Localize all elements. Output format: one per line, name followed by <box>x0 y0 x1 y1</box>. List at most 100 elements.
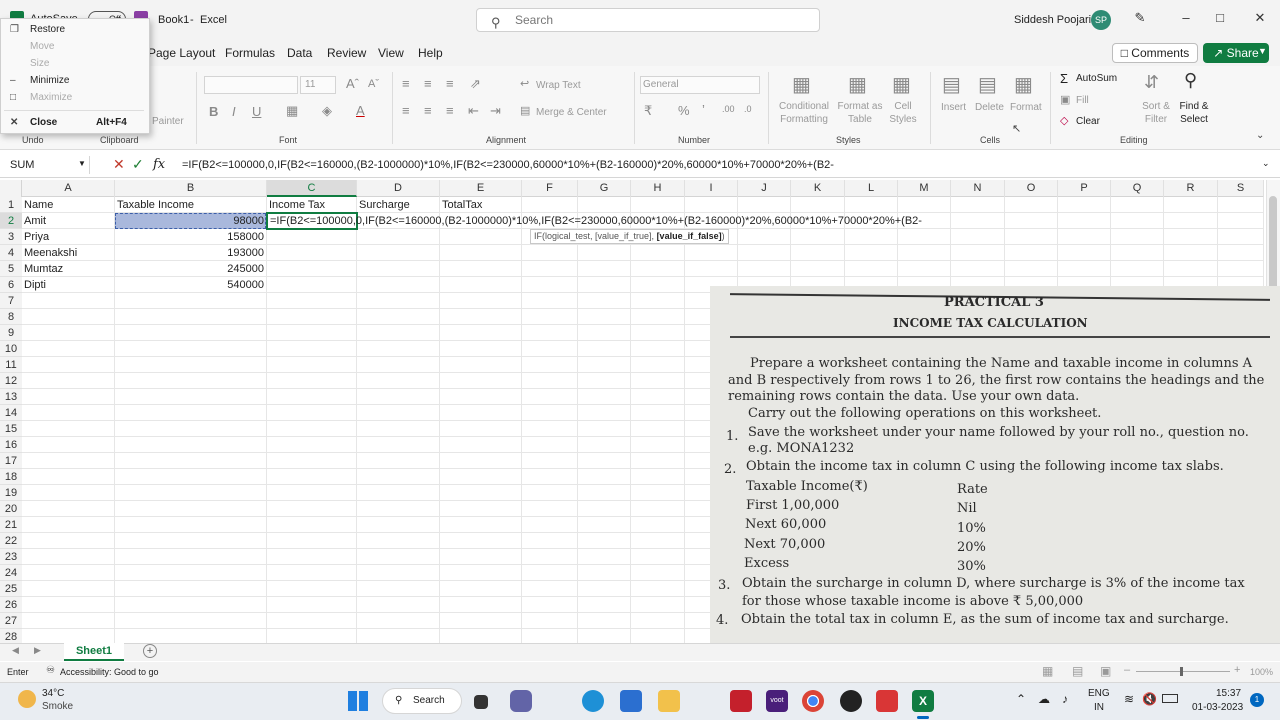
wifi-icon[interactable]: ≋ <box>1124 692 1134 706</box>
wrap-text-icon[interactable]: ↩ <box>520 77 529 90</box>
store-icon[interactable] <box>620 690 642 712</box>
font-name-select[interactable] <box>204 76 298 94</box>
table-row[interactable]: 158000 <box>115 229 266 245</box>
format-as-table-label[interactable]: Format as Table <box>836 100 884 126</box>
column-header-p[interactable]: P <box>1058 180 1111 197</box>
format-cells-icon[interactable]: ▦ <box>1014 72 1033 97</box>
weather-icon[interactable] <box>18 690 36 708</box>
eraser-icon[interactable]: ◇ <box>1060 114 1068 127</box>
menu-item-minimize[interactable]: – Minimize <box>10 73 140 89</box>
format-cells-label[interactable]: Format <box>1010 102 1042 113</box>
row-header-9[interactable]: 9 <box>0 325 22 341</box>
autosum-label[interactable]: AutoSum <box>1076 73 1117 84</box>
format-painter-label[interactable]: Painter <box>152 116 184 127</box>
page-layout-icon[interactable]: ▤ <box>1072 664 1083 678</box>
table-row[interactable]: 245000 <box>115 261 266 277</box>
zoom-level[interactable]: 100% <box>1250 667 1273 677</box>
column-header-i[interactable]: I <box>685 180 738 197</box>
row-header-24[interactable]: 24 <box>0 565 22 581</box>
row-header-20[interactable]: 20 <box>0 501 22 517</box>
menu-item-close[interactable]: ✕ Close Alt+F4 <box>10 115 140 131</box>
cancel-icon[interactable]: ✕ <box>113 156 125 173</box>
orientation-icon[interactable]: ⇗ <box>470 76 481 92</box>
row-header-23[interactable]: 23 <box>0 549 22 565</box>
decrease-decimal-icon[interactable]: .0 <box>744 104 752 114</box>
tab-help[interactable]: Help <box>418 46 443 60</box>
column-header-h[interactable]: H <box>631 180 685 197</box>
merge-center-label[interactable]: Merge & Center <box>536 107 607 118</box>
teams-icon[interactable] <box>510 690 532 712</box>
row-header-10[interactable]: 10 <box>0 341 22 357</box>
row-header-15[interactable]: 15 <box>0 421 22 437</box>
next-sheet-icon[interactable]: ▶ <box>34 645 41 656</box>
fill-label[interactable]: Fill <box>1076 95 1089 106</box>
taskbar-search[interactable]: ⚲ Search <box>382 688 462 714</box>
row-header-8[interactable]: 8 <box>0 309 22 325</box>
table-row[interactable]: 98000 <box>115 213 266 229</box>
zoom-out-icon[interactable]: – <box>1124 664 1130 676</box>
weather-desc[interactable]: Smoke <box>42 701 73 712</box>
bold-icon[interactable]: B <box>209 104 218 119</box>
increase-font-icon[interactable]: Aˆ <box>346 76 359 91</box>
column-header-f[interactable]: F <box>522 180 578 197</box>
row-header-25[interactable]: 25 <box>0 581 22 597</box>
column-header-c[interactable]: C <box>267 180 357 197</box>
header-total-tax[interactable]: TotalTax <box>440 197 484 213</box>
column-header-q[interactable]: Q <box>1111 180 1164 197</box>
wrap-text-label[interactable]: Wrap Text <box>536 80 581 91</box>
column-header-b[interactable]: B <box>115 180 267 197</box>
accessibility-icon[interactable]: ♾ <box>46 665 55 676</box>
clock-time[interactable]: 15:37 <box>1216 688 1241 699</box>
italic-icon[interactable]: I <box>232 104 236 119</box>
cell-styles-icon[interactable]: ▦ <box>892 72 911 97</box>
volume-icon[interactable]: 🔇 <box>1142 692 1157 706</box>
conditional-formatting-icon[interactable]: ▦ <box>792 72 811 97</box>
cell-editor-text[interactable]: =IF(B2<=100000,0,IF(B2<=160000,(B2-10000… <box>268 213 924 229</box>
table-row[interactable]: 540000 <box>115 277 266 293</box>
insert-function-icon[interactable]: fx <box>153 157 165 172</box>
header-income-tax[interactable]: Income Tax <box>267 197 327 213</box>
row-header-14[interactable]: 14 <box>0 405 22 421</box>
enter-icon[interactable]: ✓ <box>132 156 144 173</box>
table-row[interactable]: Priya <box>22 229 51 245</box>
task-view-icon[interactable] <box>474 695 488 709</box>
conditional-formatting-label[interactable]: Conditional Formatting <box>776 100 832 126</box>
tab-review[interactable]: Review <box>327 46 366 60</box>
zoom-slider-thumb[interactable] <box>1180 667 1183 676</box>
battery-icon[interactable] <box>1162 694 1178 703</box>
row-header-5[interactable]: 5 <box>0 261 22 277</box>
pen-icon[interactable]: ✎ <box>1130 10 1150 26</box>
comma-icon[interactable]: ’ <box>702 102 705 117</box>
clear-label[interactable]: Clear <box>1076 116 1100 127</box>
row-header-6[interactable]: 6 <box>0 277 22 293</box>
row-header-18[interactable]: 18 <box>0 469 22 485</box>
excel-icon[interactable]: X <box>912 690 934 712</box>
scrollbar-thumb[interactable] <box>1269 196 1277 296</box>
find-select-icon[interactable]: ⚲ <box>1184 70 1197 91</box>
zoom-slider[interactable] <box>1136 671 1230 672</box>
sort-filter-icon[interactable]: ⇵ <box>1144 72 1159 93</box>
delete-cells-icon[interactable]: ▤ <box>978 72 997 97</box>
decrease-font-icon[interactable]: Aˇ <box>368 78 379 90</box>
file-explorer-icon[interactable] <box>658 690 680 712</box>
row-header-17[interactable]: 17 <box>0 453 22 469</box>
windows-start-icon[interactable] <box>348 691 368 711</box>
table-row[interactable]: Amit <box>22 213 48 229</box>
column-header-d[interactable]: D <box>357 180 440 197</box>
row-header-22[interactable]: 22 <box>0 533 22 549</box>
decrease-indent-icon[interactable]: ⇤ <box>468 103 479 119</box>
increase-decimal-icon[interactable]: .00 <box>722 104 735 114</box>
column-header-k[interactable]: K <box>791 180 845 197</box>
merge-icon[interactable]: ▤ <box>520 104 530 117</box>
row-header-3[interactable]: 3 <box>0 229 22 245</box>
align-bottom-icon[interactable]: ≡ <box>446 76 454 91</box>
borders-icon[interactable]: ▦ <box>286 103 298 119</box>
header-surcharge[interactable]: Surcharge <box>357 197 412 213</box>
table-row[interactable]: 193000 <box>115 245 266 261</box>
row-header-21[interactable]: 21 <box>0 517 22 533</box>
tab-view[interactable]: View <box>378 46 404 60</box>
tab-sheet1[interactable]: Sheet1 <box>64 643 124 661</box>
sort-filter-label[interactable]: Sort & Filter <box>1136 100 1176 126</box>
collapse-ribbon-icon[interactable]: ⌄ <box>1256 130 1264 141</box>
row-header-2[interactable]: 2 <box>0 213 22 229</box>
